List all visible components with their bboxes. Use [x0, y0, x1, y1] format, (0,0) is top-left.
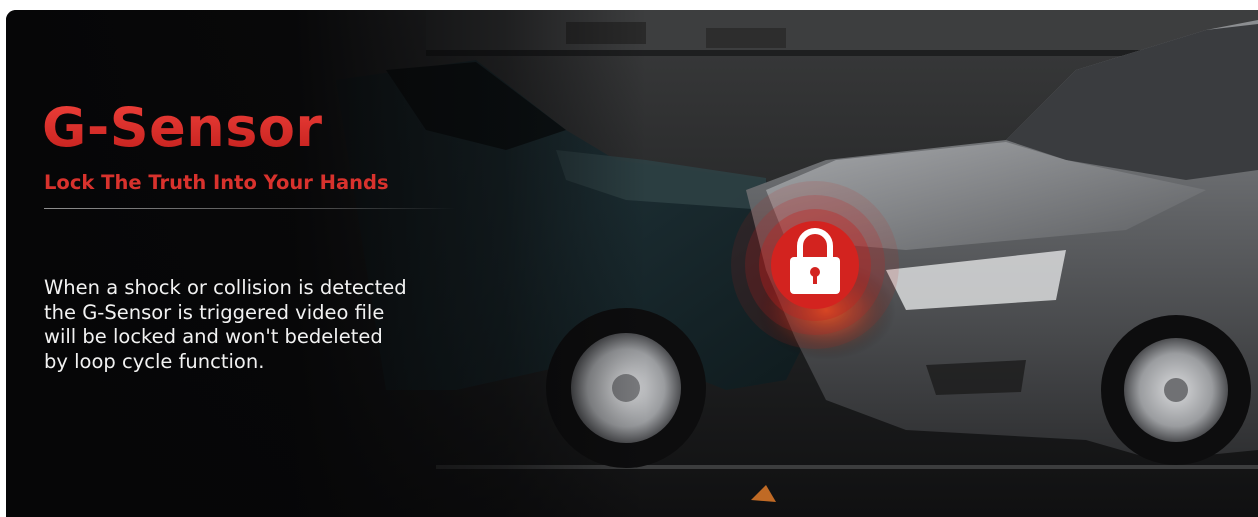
- feature-description: When a shock or collision is detected th…: [44, 276, 474, 374]
- g-sensor-banner: G-Sensor Lock The Truth Into Your Hands …: [6, 10, 1258, 517]
- text-backdrop-gradient: [6, 10, 646, 517]
- description-line: When a shock or collision is detected: [44, 276, 407, 299]
- divider: [44, 208, 456, 209]
- lock-icon: [731, 181, 899, 349]
- subtitle: Lock The Truth Into Your Hands: [44, 171, 389, 194]
- description-line: the G-Sensor is triggered video file: [44, 300, 385, 324]
- page-title: G-Sensor: [42, 96, 323, 159]
- description-line: by loop cycle function.: [44, 349, 265, 373]
- description-line: will be locked and won't bedeleted: [44, 325, 383, 348]
